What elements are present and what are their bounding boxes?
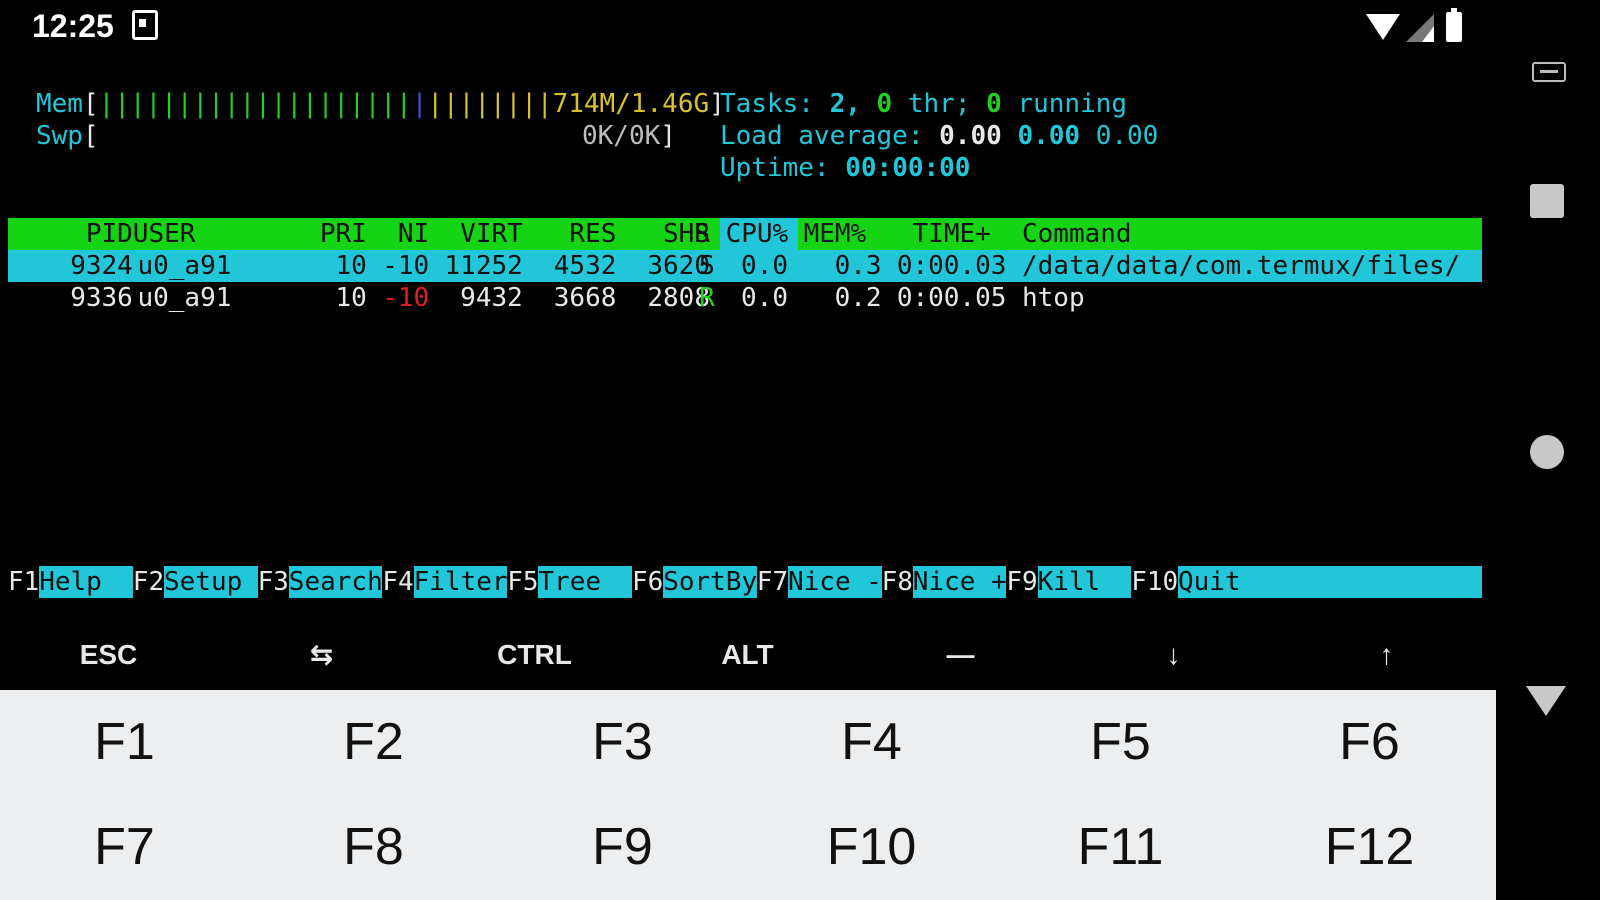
status-bar: 12:25	[0, 0, 1496, 54]
keyboard-key-f6[interactable]: F6	[1245, 690, 1494, 795]
keyboard-key-f10[interactable]: F10	[747, 795, 996, 900]
esc-key[interactable]: ESC	[2, 622, 215, 688]
keyboard-key-f7[interactable]: F7	[0, 795, 249, 900]
fkey-f10-number[interactable]: F10	[1131, 566, 1178, 598]
swp-meter: Swp[	[36, 121, 99, 151]
tasks-meter: Tasks: 2, 0 thr; 0 running	[720, 89, 1128, 119]
keyboard-key-f2[interactable]: F2	[249, 690, 498, 795]
fkey-filter-label[interactable]: Filter	[413, 566, 508, 598]
fkey-f9-number[interactable]: F9	[1006, 566, 1037, 598]
fkey-sortby-label[interactable]: SortBy	[663, 566, 757, 598]
table-row[interactable]: 9336 u0_a91 10 -10 9432 3668 2808 R 0.0 0.2 0:00.0…	[8, 282, 1482, 314]
keyboard-key-f3[interactable]: F3	[498, 690, 747, 795]
ctrl-key[interactable]: CTRL	[428, 622, 641, 688]
fkey-f6-number[interactable]: F6	[632, 566, 663, 598]
process-table-header[interactable]: PID USER PRI NI VIRT RES SHR S CPU% MEM% TIME+ Comm…	[8, 218, 1482, 250]
fkey-quit-label[interactable]: Quit	[1178, 566, 1482, 598]
fkey-kill-label[interactable]: Kill	[1037, 566, 1132, 598]
keyboard-key-f11[interactable]: F11	[996, 795, 1245, 900]
cell-command: /data/data/com.termux/files/	[1022, 251, 1461, 281]
fkey-f4-number[interactable]: F4	[382, 566, 413, 598]
wifi-icon	[1366, 14, 1400, 40]
swp-value: 0K/0K	[582, 121, 661, 151]
cell-time: 0:00.05	[896, 283, 1007, 313]
fkey-search-label[interactable]: Search	[288, 566, 383, 598]
dash-key[interactable]: —	[854, 622, 1067, 688]
fkey-f1-number[interactable]: F1	[8, 566, 39, 598]
recents-button[interactable]	[1530, 184, 1564, 218]
fkey-nice-label[interactable]: Nice -	[788, 566, 882, 598]
column-header-shr[interactable]: SHR	[510, 218, 710, 250]
mem-bar-buffers: |	[411, 89, 428, 119]
mem-value: 714M/1.46G	[552, 89, 710, 119]
swp-label: Swp	[36, 121, 83, 151]
fkey-setup-label[interactable]: Setup	[164, 566, 258, 598]
fkey-f7-number[interactable]: F7	[757, 566, 788, 598]
cell-pid: 9324	[70, 251, 133, 281]
column-header-state[interactable]: S	[694, 218, 710, 250]
function-keyboard: F1 F2 F3 F4 F5 F6 F7 F8 F9 F10 F11 F12	[0, 690, 1496, 900]
keyboard-key-f12[interactable]: F12	[1245, 795, 1494, 900]
column-header-time[interactable]: TIME+	[791, 218, 991, 250]
battery-icon	[1446, 8, 1462, 42]
keyboard-key-f1[interactable]: F1	[0, 690, 249, 795]
table-row-selected[interactable]: 9324 u0_a91 10 -10 11252 4532 3620 S 0.0 0.3 0:00.…	[8, 250, 1482, 282]
fkey-f5-number[interactable]: F5	[507, 566, 538, 598]
column-header-cpu[interactable]: CPU%	[726, 218, 789, 250]
keyboard-key-f8[interactable]: F8	[249, 795, 498, 900]
mem-bar-used: ||||||||||||||||||||	[98, 89, 412, 119]
function-key-bar: F1 Help F2 Setup F3 Search F4 Filter F5 Tree F6 Sor…	[8, 566, 1482, 598]
column-header-command[interactable]: Command	[1022, 218, 1132, 250]
clock: 12:25	[32, 8, 114, 44]
down-arrow-key[interactable]: ↓	[1067, 622, 1280, 688]
load-average: Load average: 0.00 0.00 0.00	[720, 121, 1159, 151]
keyboard-switch-icon[interactable]	[1532, 62, 1566, 82]
up-arrow-key[interactable]: ↑	[1280, 622, 1493, 688]
fkey-f8-number[interactable]: F8	[882, 566, 913, 598]
fkey-f2-number[interactable]: F2	[133, 566, 164, 598]
fkey-f3-number[interactable]: F3	[258, 566, 289, 598]
mem-label: Mem	[36, 89, 83, 119]
fkey-nice-label[interactable]: Nice +	[912, 566, 1007, 598]
cell-pid: 9336	[70, 283, 133, 313]
notification-icon	[132, 10, 158, 40]
cell-time: 0:00.03	[896, 251, 1007, 281]
alt-key[interactable]: ALT	[641, 622, 854, 688]
mem-bar-cache: ||||||||	[427, 89, 553, 119]
navigation-bar	[1496, 0, 1600, 900]
extra-keys-row: ESC ⇆ CTRL ALT — ↓ ↑	[0, 622, 1496, 688]
fkey-help-label[interactable]: Help	[39, 566, 133, 598]
keyboard-key-f5[interactable]: F5	[996, 690, 1245, 795]
cell-command: htop	[1022, 283, 1085, 313]
keyboard-key-f9[interactable]: F9	[498, 795, 747, 900]
signal-icon	[1406, 14, 1434, 42]
back-button[interactable]	[1526, 686, 1566, 716]
home-button[interactable]	[1530, 435, 1564, 469]
column-header-pid[interactable]: PID	[0, 218, 133, 250]
keyboard-key-f4[interactable]: F4	[747, 690, 996, 795]
mem-meter: Mem[|||||||||||||||||||||||||||||714M/1.…	[36, 89, 725, 119]
fkey-tree-label[interactable]: Tree	[538, 566, 632, 598]
tab-key[interactable]: ⇆	[215, 622, 428, 688]
uptime: Uptime: 00:00:00	[720, 153, 971, 183]
terminal-view[interactable]: Mem[|||||||||||||||||||||||||||||714M/1.…	[8, 88, 1482, 608]
